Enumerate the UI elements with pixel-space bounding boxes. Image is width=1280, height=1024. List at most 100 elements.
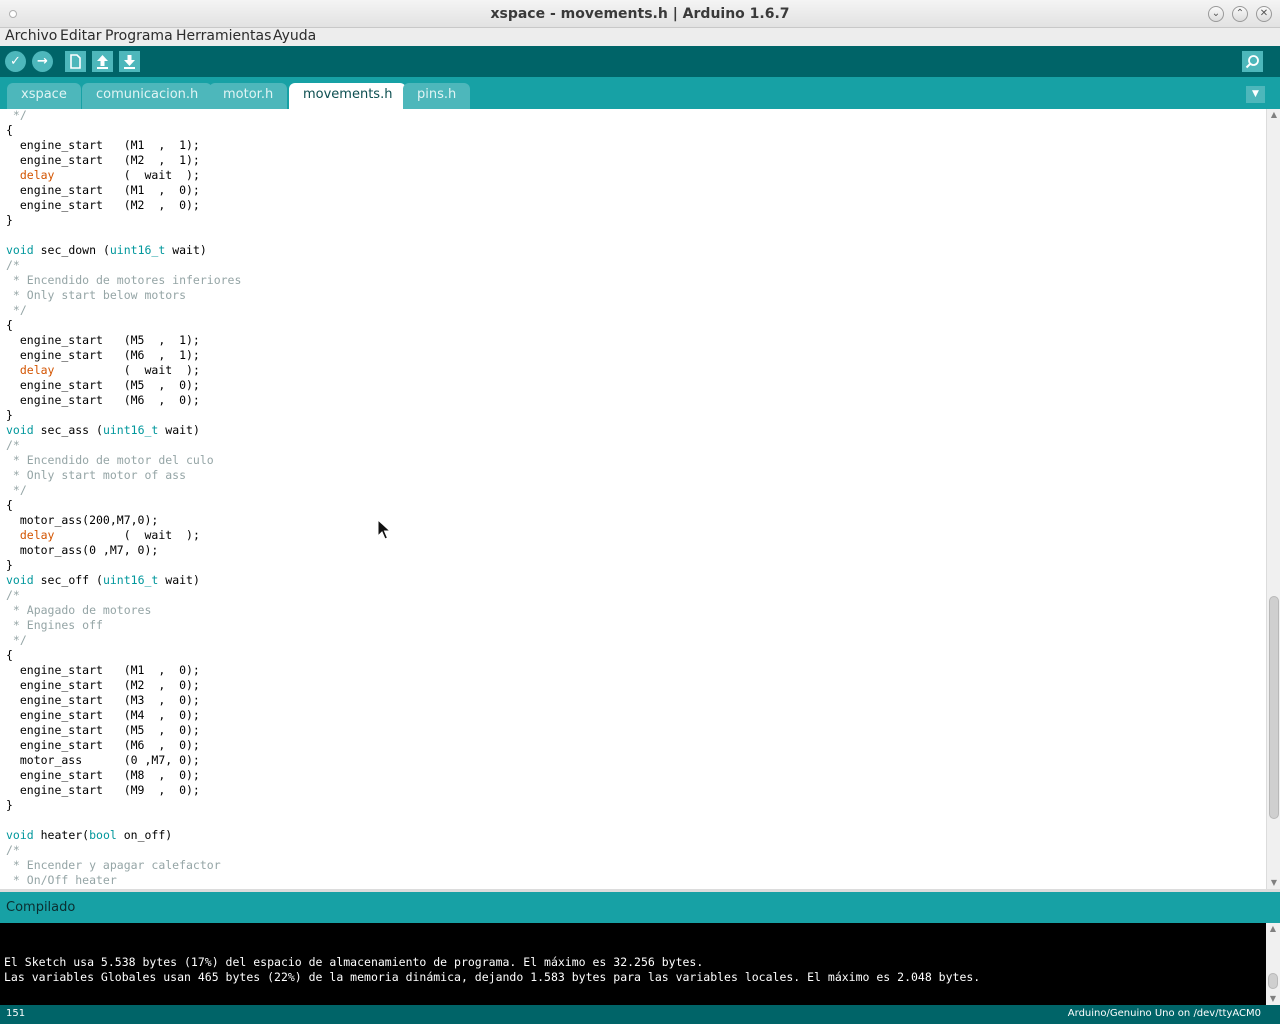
console-output[interactable]: El Sketch usa 5.538 bytes (17%) del espa… (0, 923, 1266, 1005)
code-line: engine_start (M3 , 0); (6, 693, 241, 708)
menu-ayuda[interactable]: Ayuda (273, 28, 316, 44)
status-message: Compilado (6, 900, 76, 915)
code-token: sec_ass ( (33, 423, 103, 437)
serial-monitor-button[interactable] (1242, 51, 1263, 72)
scroll-down-icon[interactable]: ▼ (1267, 877, 1280, 889)
new-sketch-button[interactable] (65, 51, 86, 72)
board-port-label: Arduino/Genuino Uno on /dev/ttyACM0 (1067, 1008, 1261, 1019)
code-line: motor_ass(200,M7,0); (6, 513, 241, 528)
maximize-icon[interactable]: ⌃ (1232, 6, 1248, 22)
code-line: engine_start (M6 , 1); (6, 348, 241, 363)
code-token: ( wait ); (54, 168, 200, 182)
code-line: delay ( wait ); (6, 168, 241, 183)
code-line: delay ( wait ); (6, 528, 241, 543)
code-token: engine_start (M3 , 0); (6, 693, 200, 707)
code-line: */ (6, 303, 241, 318)
code-token: } (6, 558, 13, 572)
console-line: Las variables Globales usan 465 bytes (2… (4, 970, 981, 984)
code-token: sec_off ( (33, 573, 103, 587)
code-line: /* (6, 843, 241, 858)
code-line: engine_start (M5 , 1); (6, 333, 241, 348)
code-token: engine_start (M6 , 0); (6, 393, 200, 407)
code-line: engine_start (M6 , 0); (6, 738, 241, 753)
code-token: * Only start motor of ass (6, 468, 187, 482)
upload-button[interactable]: → (32, 51, 53, 72)
code-line: * Encendido de motores inferiores (6, 273, 241, 288)
menu-editar[interactable]: Editar (60, 28, 101, 44)
console-scrollbar[interactable]: ▲ ▼ (1266, 923, 1280, 1005)
editor-scroll-thumb[interactable] (1269, 596, 1279, 819)
save-sketch-button[interactable] (119, 51, 140, 72)
code-token: ( wait ); (54, 528, 200, 542)
code-line: { (6, 123, 241, 138)
scroll-up-icon[interactable]: ▲ (1267, 109, 1280, 121)
code-token: */ (6, 633, 27, 647)
code-token: void (6, 243, 34, 257)
editor-scrollbar[interactable]: ▲ ▼ (1266, 109, 1280, 889)
code-line: } (6, 408, 241, 423)
tab-xspace[interactable]: xspace (7, 83, 81, 109)
code-token: wait) (165, 243, 207, 257)
code-token: ( wait ); (54, 363, 200, 377)
code-token: { (6, 498, 13, 512)
minimize-icon[interactable]: ⌄ (1208, 6, 1224, 22)
code-line: engine_start (M5 , 0); (6, 723, 241, 738)
code-line: /* (6, 588, 241, 603)
code-line: engine_start (M1 , 1); (6, 138, 241, 153)
new-file-icon (70, 54, 81, 69)
open-sketch-button[interactable] (92, 51, 113, 72)
menu-bar: Archivo Editar Programa Herramientas Ayu… (0, 28, 1280, 46)
code-line: void sec_off (uint16_t wait) (6, 573, 241, 588)
menu-programa[interactable]: Programa (105, 28, 173, 44)
code-line: { (6, 648, 241, 663)
code-token: delay (19, 363, 55, 377)
close-icon[interactable]: ✕ (1256, 6, 1272, 22)
code-line: engine_start (M2 , 0); (6, 678, 241, 693)
code-token: void (6, 423, 34, 437)
code-line: */ (6, 483, 241, 498)
verify-button[interactable]: ✓ (5, 51, 26, 72)
tab-comunicacion[interactable]: comunicacion.h (82, 83, 213, 109)
save-arrow-down-icon (124, 55, 135, 69)
code-line: */ (6, 633, 241, 648)
code-token: engine_start (M6 , 0); (6, 738, 200, 752)
code-line: engine_start (M5 , 0); (6, 378, 241, 393)
code-text: */{ engine_start (M1 , 1); engine_start … (6, 109, 241, 888)
code-line: } (6, 798, 241, 813)
code-token: engine_start (M4 , 0); (6, 708, 200, 722)
menu-archivo[interactable]: Archivo (5, 28, 57, 44)
code-token: engine_start (M6 , 1); (6, 348, 200, 362)
console-scroll-up-icon[interactable]: ▲ (1266, 923, 1280, 935)
code-line: * Only start below motors (6, 288, 241, 303)
menu-herramientas[interactable]: Herramientas (176, 28, 271, 44)
mouse-pointer-icon (377, 519, 391, 540)
tab-movements[interactable]: movements.h (289, 83, 407, 109)
code-line: * Only start motor of ass (6, 468, 241, 483)
code-token: * Encendido de motor del culo (6, 453, 214, 467)
code-line: * Engines off (6, 618, 241, 633)
code-token: uint16_t (102, 423, 159, 437)
code-token: engine_start (M9 , 0); (6, 783, 200, 797)
code-token: uint16_t (109, 243, 166, 257)
code-token: engine_start (M1 , 0); (6, 663, 200, 677)
tab-pins[interactable]: pins.h (403, 83, 471, 109)
code-token: delay (19, 528, 55, 542)
code-token: { (6, 648, 13, 662)
code-token: * On/Off heater (6, 873, 117, 887)
code-line: */ (6, 109, 241, 123)
tab-menu-dropdown-icon[interactable]: ▼ (1246, 86, 1265, 103)
code-line: delay ( wait ); (6, 363, 241, 378)
console-scroll-thumb[interactable] (1268, 973, 1278, 989)
code-editor[interactable]: */{ engine_start (M1 , 1); engine_start … (0, 109, 1266, 889)
tab-motor[interactable]: motor.h (209, 83, 288, 109)
magnifier-icon (1245, 55, 1259, 69)
code-line: /* (6, 438, 241, 453)
console-scroll-down-icon[interactable]: ▼ (1266, 993, 1280, 1005)
console-text: El Sketch usa 5.538 bytes (17%) del espa… (4, 955, 980, 985)
status-bar: Compilado (0, 892, 1280, 923)
code-token: */ (6, 109, 27, 122)
